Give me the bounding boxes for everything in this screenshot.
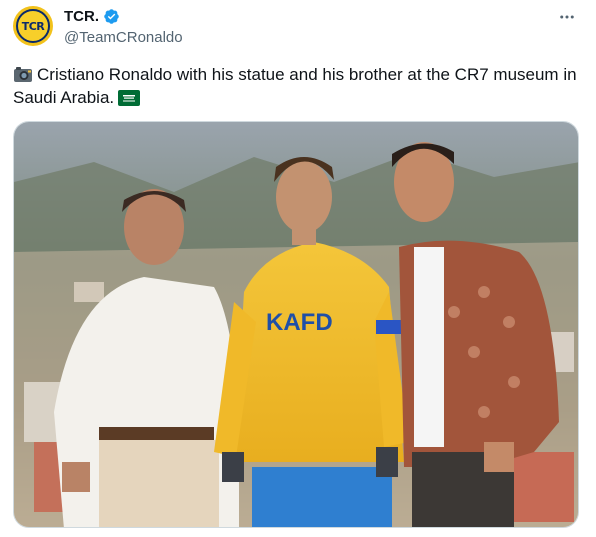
- jersey-text: KAFD: [266, 309, 333, 336]
- avatar-logo: TCR: [16, 9, 50, 43]
- avatar[interactable]: TCR: [13, 6, 53, 46]
- tweet-text-block: Cristiano Ronaldo with his statue and hi…: [13, 63, 585, 109]
- more-options-icon[interactable]: [558, 8, 576, 31]
- verified-badge-icon: [104, 9, 119, 24]
- camera-emoji-icon: [14, 67, 32, 82]
- author-name-row: TCR.: [64, 8, 120, 25]
- tweet[interactable]: TCR TCR. @TeamCRonaldo Cristiano Ronaldo…: [0, 0, 596, 537]
- display-name[interactable]: TCR.: [64, 8, 99, 25]
- tweet-media-photo[interactable]: KAFD: [13, 121, 579, 528]
- saudi-flag-icon: [118, 90, 141, 106]
- photo-illustration: KAFD: [14, 122, 578, 527]
- tweet-text: Cristiano Ronaldo with his statue and hi…: [13, 65, 577, 107]
- author-handle[interactable]: @TeamCRonaldo: [64, 29, 183, 46]
